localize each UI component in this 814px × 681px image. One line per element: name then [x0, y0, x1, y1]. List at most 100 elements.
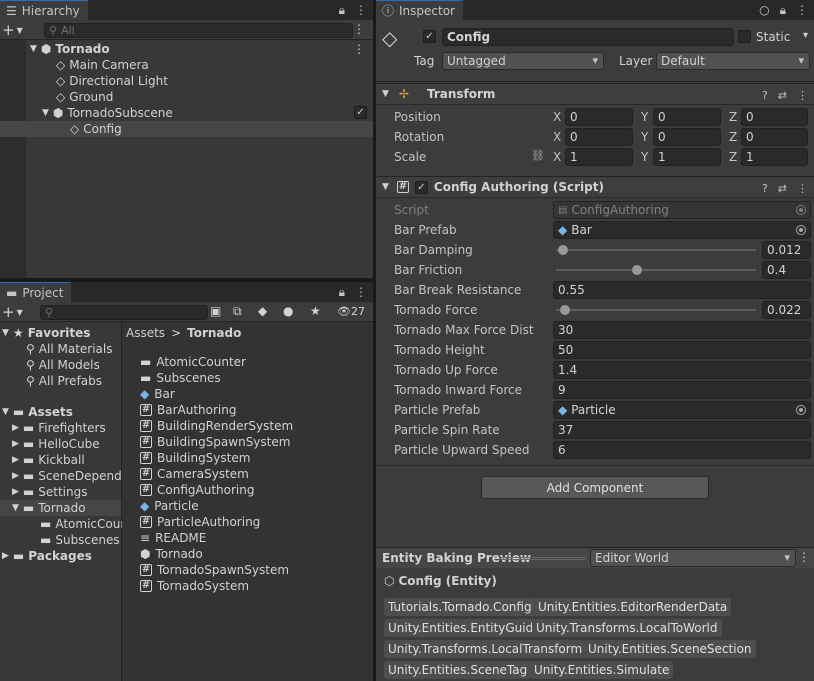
tornado-force-field[interactable]: 0.022 — [762, 301, 811, 319]
hierarchy-item-tornado[interactable]: ▼ ⬢ Tornado ⋮ — [0, 41, 373, 57]
bar-friction-slider-track[interactable] — [556, 269, 756, 271]
asset-folder[interactable]: ▶ ▬ Kickball — [0, 452, 121, 468]
component-enabled-checkbox[interactable]: ✓ — [414, 180, 428, 194]
asset-folder-selected[interactable]: ▼ ▬ Tornado — [0, 500, 121, 516]
kebab-menu-icon[interactable]: ⋮ — [355, 285, 367, 299]
position-z-field[interactable]: 0 — [741, 108, 808, 126]
component-tag[interactable]: Unity.Transforms.LocalToWorld — [532, 619, 722, 637]
project-file-item[interactable]: # ConfigAuthoring — [140, 482, 254, 498]
bar-break-resistance-field[interactable]: 0.55 — [553, 281, 811, 299]
world-dropdown[interactable]: Editor World — [590, 549, 796, 567]
breadcrumb-assets[interactable]: Assets — [126, 326, 165, 340]
object-name-field[interactable]: Config — [442, 28, 734, 46]
tab-hierarchy[interactable]: ☰ Hierarchy — [0, 0, 88, 20]
expand-arrow-icon[interactable]: ▼ — [12, 503, 19, 513]
static-checkbox[interactable] — [738, 30, 751, 43]
create-dropdown[interactable]: + ▼ — [2, 302, 23, 322]
expand-arrow-icon[interactable]: ▶ — [12, 423, 19, 433]
hierarchy-search-input[interactable]: ⚲ All — [44, 23, 353, 38]
presets-icon[interactable]: ⇄ — [778, 182, 787, 195]
kebab-menu-icon[interactable]: ⋮ — [355, 3, 367, 17]
project-file-item[interactable]: ◆ Particle — [140, 498, 199, 514]
filter-by-label-icon[interactable]: ◆ — [258, 304, 267, 318]
bar-friction-field[interactable]: 0.4 — [762, 261, 811, 279]
component-tag[interactable]: Unity.Entities.SceneSection — [584, 640, 756, 658]
asset-subfolder[interactable]: ▬ AtomicCounter — [0, 516, 145, 532]
expand-arrow-icon[interactable]: ▶ — [2, 551, 9, 561]
project-file-item[interactable]: ◆ Bar — [140, 386, 175, 402]
kebab-menu-icon[interactable]: ⋮ — [796, 3, 808, 17]
position-y-field[interactable]: 0 — [653, 108, 721, 126]
kebab-menu-icon[interactable]: ⋮ — [353, 42, 365, 56]
object-active-checkbox[interactable]: ✓ — [423, 30, 436, 43]
favorites-item[interactable]: ⚲ All Models — [0, 357, 121, 373]
rotation-z-field[interactable]: 0 — [741, 128, 808, 146]
component-tag[interactable]: Unity.Transforms.LocalTransform — [384, 640, 587, 658]
asset-subfolder[interactable]: ▬ Subscenes — [0, 532, 121, 548]
add-component-button[interactable]: Add Component — [481, 476, 709, 499]
expand-arrow-icon[interactable]: ▶ — [12, 487, 19, 497]
asset-folder[interactable]: ▶ ▬ Firefighters — [0, 420, 121, 436]
help-icon[interactable]: ? — [762, 89, 768, 102]
lock-icon[interactable]: 🔒︎ — [339, 3, 345, 18]
tornado-up-force-field[interactable]: 1.4 — [553, 361, 811, 379]
static-dropdown-icon[interactable]: ▾ — [803, 30, 808, 41]
favorite-star-icon[interactable]: ★ — [310, 304, 321, 318]
component-tag[interactable]: Unity.Entities.EditorRenderData — [534, 598, 732, 616]
hierarchy-item-main-camera[interactable]: ◇ Main Camera — [0, 57, 373, 73]
scale-y-field[interactable]: 1 — [653, 148, 721, 166]
expand-arrow-icon[interactable]: ▼ — [382, 89, 389, 99]
filter-by-type-icon[interactable]: ⧉ — [233, 304, 242, 319]
component-tag[interactable]: Tutorials.Tornado.Config — [384, 598, 536, 616]
expand-arrow-icon[interactable]: ▶ — [12, 471, 19, 481]
bar-friction-slider-knob[interactable] — [632, 265, 642, 275]
kebab-menu-icon[interactable]: ⋮ — [353, 22, 365, 36]
hidden-packages-icon[interactable]: 👁︎27 — [337, 305, 365, 318]
expand-arrow-icon[interactable]: ▼ — [2, 407, 9, 417]
project-file-item[interactable]: # ParticleAuthoring — [140, 514, 260, 530]
hierarchy-item-tornado-subscene[interactable]: ▼ ⬢ TornadoSubscene ✓ — [0, 105, 373, 121]
asset-folder[interactable]: ▶ ▬ SceneDependency — [0, 468, 150, 484]
constrain-proportions-icon[interactable]: ⛓ — [531, 149, 545, 162]
component-tag[interactable]: Unity.Entities.EntityGuid — [384, 619, 538, 637]
tornado-inward-force-field[interactable]: 9 — [553, 381, 811, 399]
project-file-item[interactable]: ≡ README — [140, 530, 206, 546]
subscene-enabled-checkbox[interactable]: ✓ — [354, 106, 367, 119]
tornado-max-force-dist-field[interactable]: 30 — [553, 321, 811, 339]
scale-z-field[interactable]: 1 — [741, 148, 808, 166]
asset-folder[interactable]: ▶ ▬ HelloCube — [0, 436, 121, 452]
object-picker-icon[interactable] — [796, 225, 806, 235]
hierarchy-item-directional-light[interactable]: ◇ Directional Light — [0, 73, 373, 89]
project-file-item[interactable]: ▬ Subscenes — [140, 370, 221, 386]
favorites-item[interactable]: ⚲ All Prefabs — [0, 373, 121, 389]
presets-icon[interactable]: ⇄ — [778, 89, 787, 102]
favorites-item[interactable]: ⚲ All Materials — [0, 341, 121, 357]
transform-header[interactable]: ▼ ✢ Transform ? ⇄ ⋮ — [376, 83, 814, 105]
filter-by-type-warning-icon[interactable]: ● — [283, 304, 293, 318]
tab-inspector[interactable]: ⓘ Inspector — [376, 0, 463, 20]
scale-x-field[interactable]: 1 — [565, 148, 633, 166]
create-dropdown[interactable]: + ▼ — [2, 20, 23, 40]
layer-dropdown[interactable]: Default — [656, 52, 810, 70]
breadcrumb-tornado[interactable]: Tornado — [187, 326, 241, 340]
position-x-field[interactable]: 0 — [565, 108, 633, 126]
project-file-item[interactable]: # BuildingRenderSystem — [140, 418, 293, 434]
expand-arrow-icon[interactable]: ▼ — [30, 44, 37, 54]
lock-icon[interactable]: 🔒︎ — [780, 3, 786, 18]
drag-handle[interactable] — [500, 557, 586, 560]
object-picker-icon[interactable] — [796, 405, 806, 415]
particle-upward-speed-field[interactable]: 6 — [553, 441, 811, 459]
expand-arrow-icon[interactable]: ▼ — [382, 182, 389, 192]
project-file-item[interactable]: # BuildingSpawnSystem — [140, 434, 290, 450]
tab-project[interactable]: ▬ Project — [0, 282, 72, 302]
bar-prefab-field[interactable]: ◆ Bar — [553, 221, 811, 239]
help-icon[interactable]: ? — [762, 182, 768, 195]
kebab-menu-icon[interactable]: ⋮ — [798, 550, 810, 564]
particle-prefab-field[interactable]: ◆ Particle — [553, 401, 811, 419]
kebab-menu-icon[interactable]: ⋮ — [797, 89, 808, 102]
rotation-x-field[interactable]: 0 — [565, 128, 633, 146]
project-search-input[interactable]: ⚲ — [40, 305, 208, 320]
tornado-force-slider-track[interactable] — [556, 309, 756, 311]
project-file-item[interactable]: # BuildingSystem — [140, 450, 250, 466]
tornado-height-field[interactable]: 50 — [553, 341, 811, 359]
